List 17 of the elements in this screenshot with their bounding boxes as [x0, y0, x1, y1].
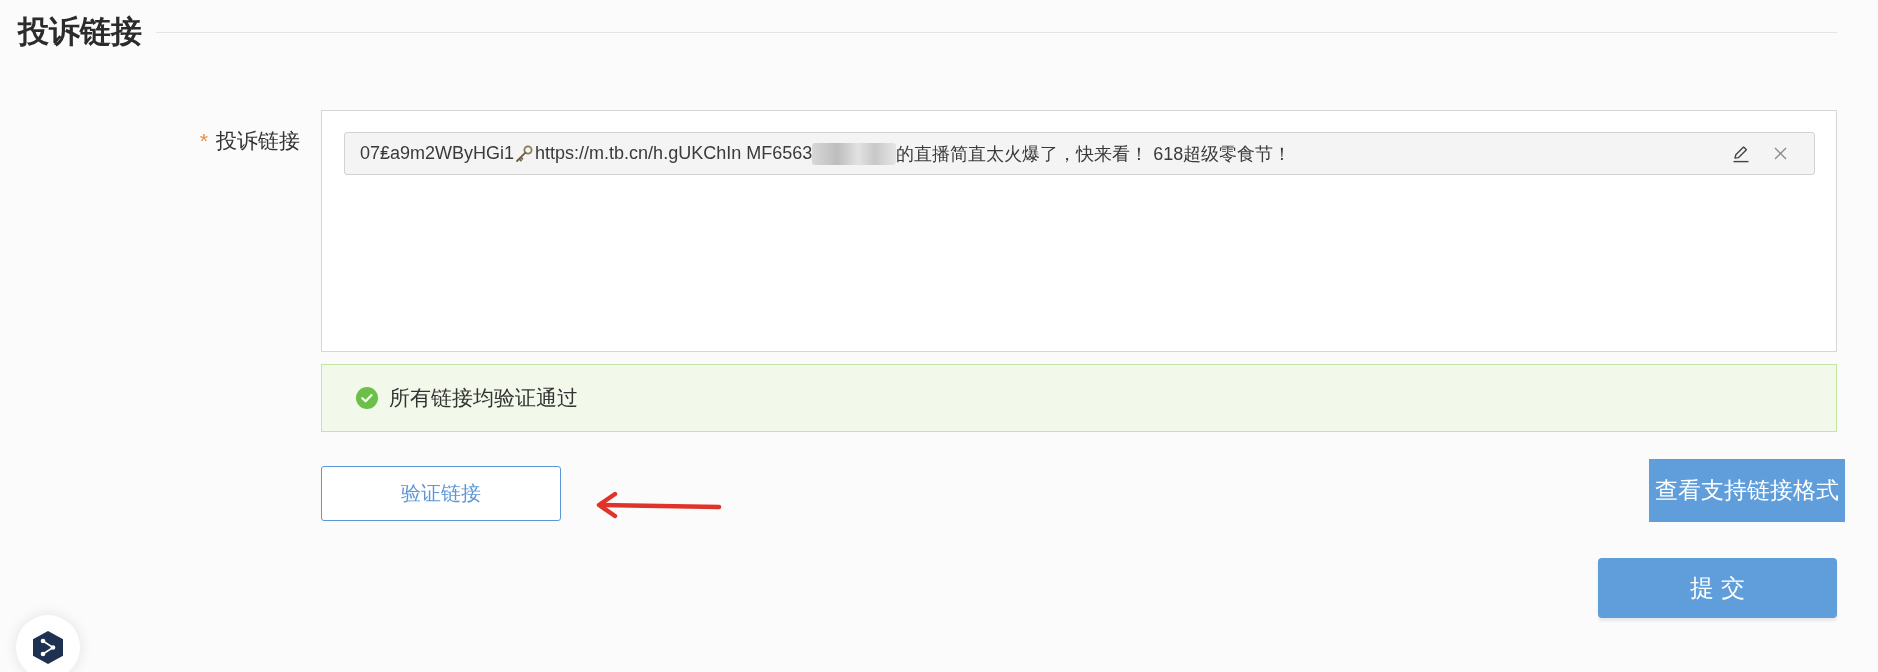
field-label: 投诉链接	[216, 128, 300, 154]
formats-button[interactable]: 查看支持链接格式	[1649, 459, 1845, 522]
help-bubble[interactable]	[16, 615, 80, 672]
close-icon[interactable]	[1774, 147, 1787, 160]
section-title: 投诉链接	[18, 13, 142, 51]
links-input-field[interactable]: 07₤a9m2WByHGi1 https://m.tb.cn/h.gUKChIn MF6563 的直播简直太火爆了，快来看！ 618超级零食节！	[321, 110, 1837, 352]
link-text: 07₤a9m2WByHGi1	[360, 143, 515, 164]
required-mark: *	[199, 129, 208, 153]
alert-message: 所有链接均验证通过	[389, 385, 578, 411]
link-tag[interactable]: 07₤a9m2WByHGi1 https://m.tb.cn/h.gUKChIn MF6563 的直播简直太火爆了，快来看！ 618超级零食节！	[344, 132, 1815, 175]
verify-button[interactable]: 验证链接	[321, 466, 561, 521]
pencil-icon[interactable]	[1732, 144, 1750, 163]
link-text: 的直播简直太火爆了，快来看！ 618超级零食节！	[896, 142, 1292, 166]
submit-button[interactable]: 提 交	[1598, 558, 1837, 618]
link-text: https://m.tb.cn/h.gUKChIn MF6563	[535, 143, 813, 164]
hexagon-nodes-icon	[33, 630, 63, 664]
key-icon	[515, 144, 534, 163]
